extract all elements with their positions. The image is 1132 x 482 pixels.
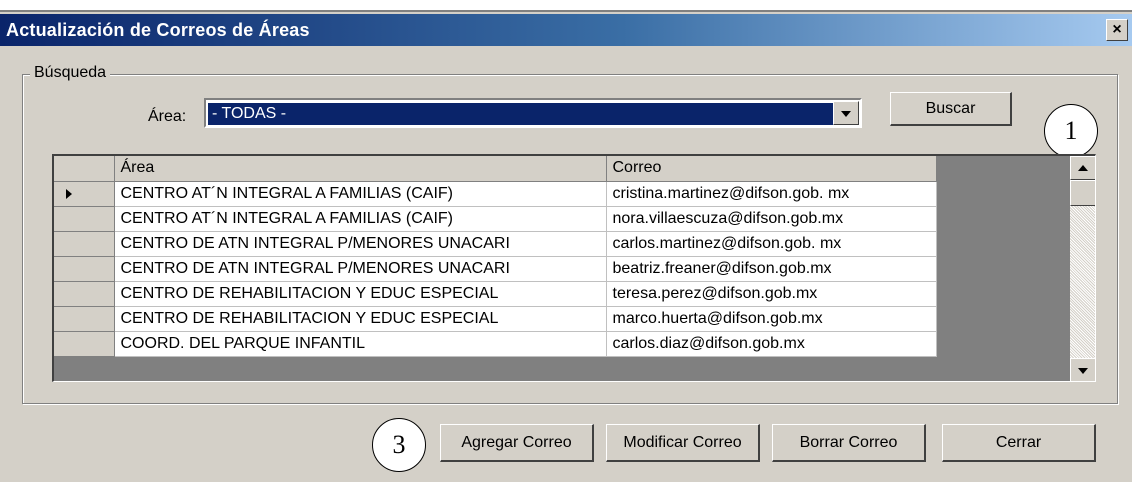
window-title: Actualización de Correos de Áreas (6, 20, 310, 40)
callout-1: 1 (1044, 104, 1098, 158)
cell-area[interactable]: CENTRO AT´N INTEGRAL A FAMILIAS (CAIF) (114, 181, 607, 207)
emails-table: Área Correo CENTRO AT´N INTEGRAL A FAMIL… (54, 156, 937, 357)
scroll-thumb[interactable] (1070, 180, 1095, 206)
table-row[interactable]: CENTRO AT´N INTEGRAL A FAMILIAS (CAIF) n… (54, 206, 937, 232)
row-indicator[interactable] (54, 181, 115, 207)
cell-correo[interactable]: marco.huerta@difson.gob.mx (606, 306, 937, 332)
table-row[interactable]: COORD. DEL PARQUE INFANTIL carlos.diaz@d… (54, 331, 937, 357)
title-bar[interactable]: Actualización de Correos de Áreas × (0, 14, 1132, 46)
row-indicator[interactable] (54, 281, 115, 307)
current-row-icon (66, 188, 72, 199)
row-indicator[interactable] (54, 256, 115, 282)
close-button[interactable]: Cerrar (942, 424, 1096, 462)
cell-correo[interactable]: carlos.diaz@difson.gob.mx (606, 331, 937, 357)
add-email-button[interactable]: Agregar Correo (440, 424, 594, 462)
edit-email-button[interactable]: Modificar Correo (606, 424, 760, 462)
search-button[interactable]: Buscar (890, 92, 1012, 126)
row-indicator[interactable] (54, 206, 115, 232)
delete-email-button[interactable]: Borrar Correo (772, 424, 926, 462)
area-select-value[interactable]: - TODAS - (208, 103, 834, 125)
cell-area[interactable]: CENTRO AT´N INTEGRAL A FAMILIAS (CAIF) (114, 206, 607, 232)
cell-area[interactable]: CENTRO DE ATN INTEGRAL P/MENORES UNACARI (114, 256, 607, 282)
grid-header-row: Área Correo (54, 156, 937, 182)
cell-correo[interactable]: beatriz.freaner@difson.gob.mx (606, 256, 937, 282)
arrow-down-icon (1078, 368, 1088, 374)
row-indicator-header (54, 156, 115, 182)
search-group-label: Búsqueda (30, 64, 111, 82)
screen-top-margin (0, 0, 1132, 10)
row-indicator[interactable] (54, 331, 115, 357)
area-dropdown-button[interactable] (833, 101, 859, 125)
cell-area[interactable]: CENTRO DE ATN INTEGRAL P/MENORES UNACARI (114, 231, 607, 257)
scroll-up-button[interactable] (1070, 156, 1095, 180)
cell-area[interactable]: COORD. DEL PARQUE INFANTIL (114, 331, 607, 357)
cell-area[interactable]: CENTRO DE REHABILITACION Y EDUC ESPECIAL (114, 306, 607, 332)
table-row[interactable]: CENTRO DE REHABILITACION Y EDUC ESPECIAL… (54, 306, 937, 332)
column-header-correo[interactable]: Correo (606, 156, 937, 182)
emails-grid[interactable]: Área Correo CENTRO AT´N INTEGRAL A FAMIL… (52, 154, 1096, 382)
chevron-down-icon (841, 111, 851, 117)
cell-correo[interactable]: teresa.perez@difson.gob.mx (606, 281, 937, 307)
cell-area[interactable]: CENTRO DE REHABILITACION Y EDUC ESPECIAL (114, 281, 607, 307)
table-row[interactable]: CENTRO AT´N INTEGRAL A FAMILIAS (CAIF) c… (54, 181, 937, 207)
callout-3: 3 (372, 418, 426, 472)
close-window-button[interactable]: × (1106, 19, 1128, 41)
column-header-area[interactable]: Área (114, 156, 607, 182)
close-icon: × (1112, 21, 1122, 38)
grid-vertical-scrollbar[interactable] (1070, 156, 1095, 381)
row-indicator[interactable] (54, 231, 115, 257)
row-indicator[interactable] (54, 306, 115, 332)
cell-correo[interactable]: carlos.martinez@difson.gob. mx (606, 231, 937, 257)
scroll-down-button[interactable] (1070, 358, 1095, 381)
table-row[interactable]: CENTRO DE ATN INTEGRAL P/MENORES UNACARI… (54, 231, 937, 257)
table-row[interactable]: CENTRO DE REHABILITACION Y EDUC ESPECIAL… (54, 281, 937, 307)
table-row[interactable]: CENTRO DE ATN INTEGRAL P/MENORES UNACARI… (54, 256, 937, 282)
area-label: Área: (148, 108, 187, 125)
cell-correo[interactable]: cristina.martinez@difson.gob. mx (606, 181, 937, 207)
cell-correo[interactable]: nora.villaescuza@difson.gob.mx (606, 206, 937, 232)
area-select[interactable]: - TODAS - (204, 98, 862, 128)
arrow-up-icon (1078, 165, 1088, 171)
